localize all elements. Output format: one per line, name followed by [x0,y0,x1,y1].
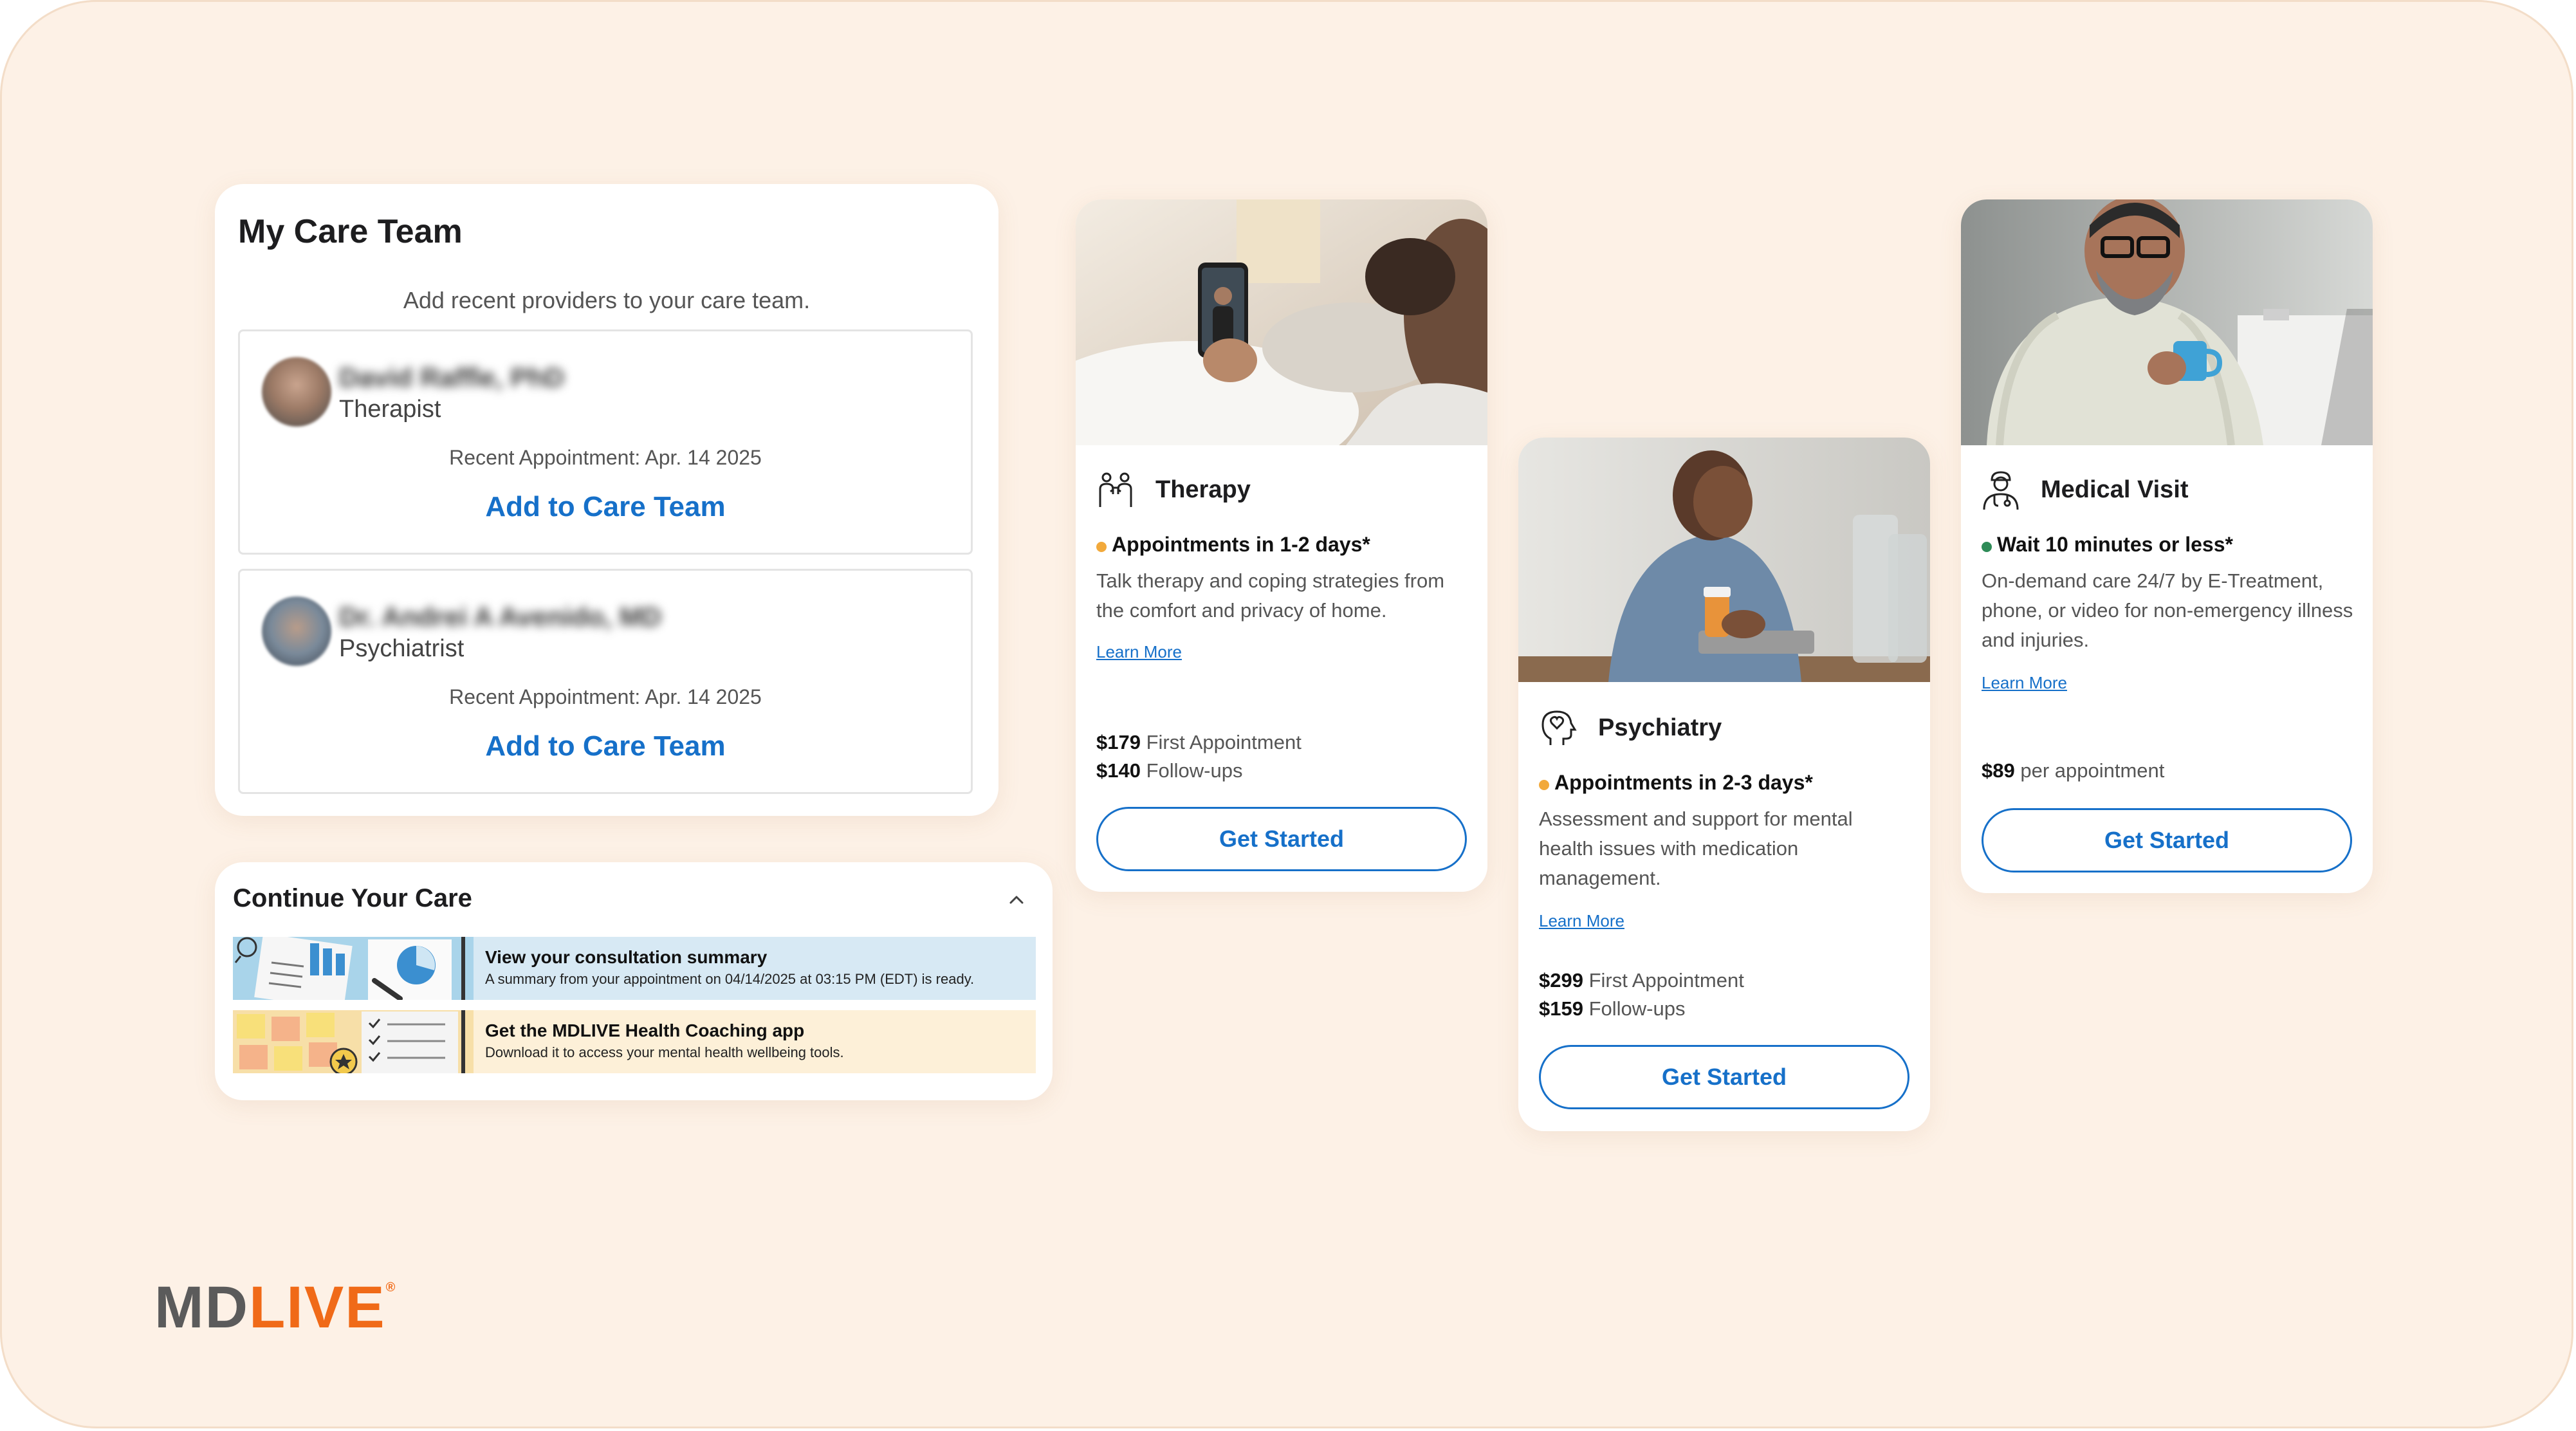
chevron-up-icon[interactable] [1006,889,1027,910]
price-label: First Appointment [1588,969,1744,992]
provider-card: Dr. Andrei A Avenido, MD Psychiatrist Re… [238,569,973,794]
get-started-button[interactable]: Get Started [1096,807,1467,871]
price-per-appointment: $89 per appointment [1982,759,2164,782]
psychiatry-photo [1518,438,1930,682]
price-follow-ups: $159 Follow-ups [1539,997,1685,1020]
care-team-card: My Care Team Add recent providers to you… [215,184,998,816]
provider-name: Dr. Andrei A Avenido, MD [339,602,661,632]
price-label: per appointment [2020,759,2165,782]
logo-md: MD [154,1275,250,1340]
price-first-appointment: $179 First Appointment [1096,731,1302,754]
therapy-card: Therapy Appointments in 1-2 days* Talk t… [1076,199,1487,892]
learn-more-link[interactable]: Learn More [1539,911,1624,931]
continue-care-card: Continue Your Care View your consultatio… [215,862,1053,1100]
item-title: View your consultation summary [485,947,768,967]
get-started-button[interactable]: Get Started [1539,1045,1909,1109]
recent-appointment: Recent Appointment: Apr. 14 2025 [449,685,762,708]
item-title: Get the MDLIVE Health Coaching app [485,1020,805,1040]
availability-text: Appointments in 2-3 days* [1554,771,1813,794]
provider-name: David Raffle, PhD [339,362,565,392]
service-description: Talk therapy and coping strategies from … [1096,569,1445,622]
psychiatry-card: Psychiatry Appointments in 2-3 days* Ass… [1518,438,1930,1131]
recent-appointment: Recent Appointment: Apr. 14 2025 [449,446,762,469]
availability-dot [1539,780,1549,790]
service-title: Therapy [1155,476,1251,503]
continue-care-title: Continue Your Care [233,884,472,912]
availability-dot [1096,542,1107,552]
price-first-appointment: $299 First Appointment [1539,969,1744,992]
provider-role: Psychiatrist [339,635,465,662]
provider-role: Therapist [339,396,441,423]
service-title: Psychiatry [1598,714,1722,741]
item-subtitle: Download it to access your mental health… [485,1044,844,1060]
coaching-app-thumbnail [233,1010,474,1073]
summary-thumbnail [233,937,474,1000]
add-to-care-team-button[interactable]: Add to Care Team [240,491,971,523]
mdlive-logo: MDLIVE® [154,1274,396,1342]
provider-card: David Raffle, PhD Therapist Recent Appoi… [238,329,973,555]
price-amount: $140 [1096,759,1141,782]
availability-dot [1982,542,1992,552]
service-title: Medical Visit [2041,476,2189,503]
head-heart-icon [1541,710,1577,745]
consultation-summary-item[interactable]: View your consultation summary A summary… [233,937,1036,1000]
price-follow-ups: $140 Follow-ups [1096,759,1242,782]
service-description: On-demand care 24/7 by E-Treatment, phon… [1982,569,2353,651]
learn-more-link[interactable]: Learn More [1982,673,2067,693]
service-description: Assessment and support for mental health… [1539,808,1853,889]
doctor-icon [1983,471,2019,510]
price-amount: $179 [1096,731,1141,753]
therapy-photo [1076,199,1487,445]
therapy-people-icon [1099,472,1132,507]
price-amount: $89 [1982,759,2015,782]
avatar [262,357,331,427]
price-label: First Appointment [1146,731,1302,753]
health-coaching-app-item[interactable]: Get the MDLIVE Health Coaching app Downl… [233,1010,1036,1073]
price-label: Follow-ups [1146,759,1243,782]
availability-text: Appointments in 1-2 days* [1112,533,1370,556]
medical-visit-card: Medical Visit Wait 10 minutes or less* O… [1961,199,2373,893]
get-started-button[interactable]: Get Started [1982,808,2352,872]
page-background: My Care Team Add recent providers to you… [0,0,2573,1428]
learn-more-link[interactable]: Learn More [1096,642,1182,662]
add-to-care-team-button[interactable]: Add to Care Team [240,730,971,762]
availability-text: Wait 10 minutes or less* [1997,533,2233,556]
price-amount: $299 [1539,969,1583,992]
logo-live: LIVE [249,1275,386,1340]
avatar [262,596,331,666]
medical-photo [1961,199,2373,445]
care-team-subtitle: Add recent providers to your care team. [403,287,811,313]
price-amount: $159 [1539,997,1583,1020]
care-team-title: My Care Team [238,213,463,250]
registered-mark: ® [385,1280,397,1295]
item-subtitle: A summary from your appointment on 04/14… [485,971,975,987]
price-label: Follow-ups [1588,997,1686,1020]
